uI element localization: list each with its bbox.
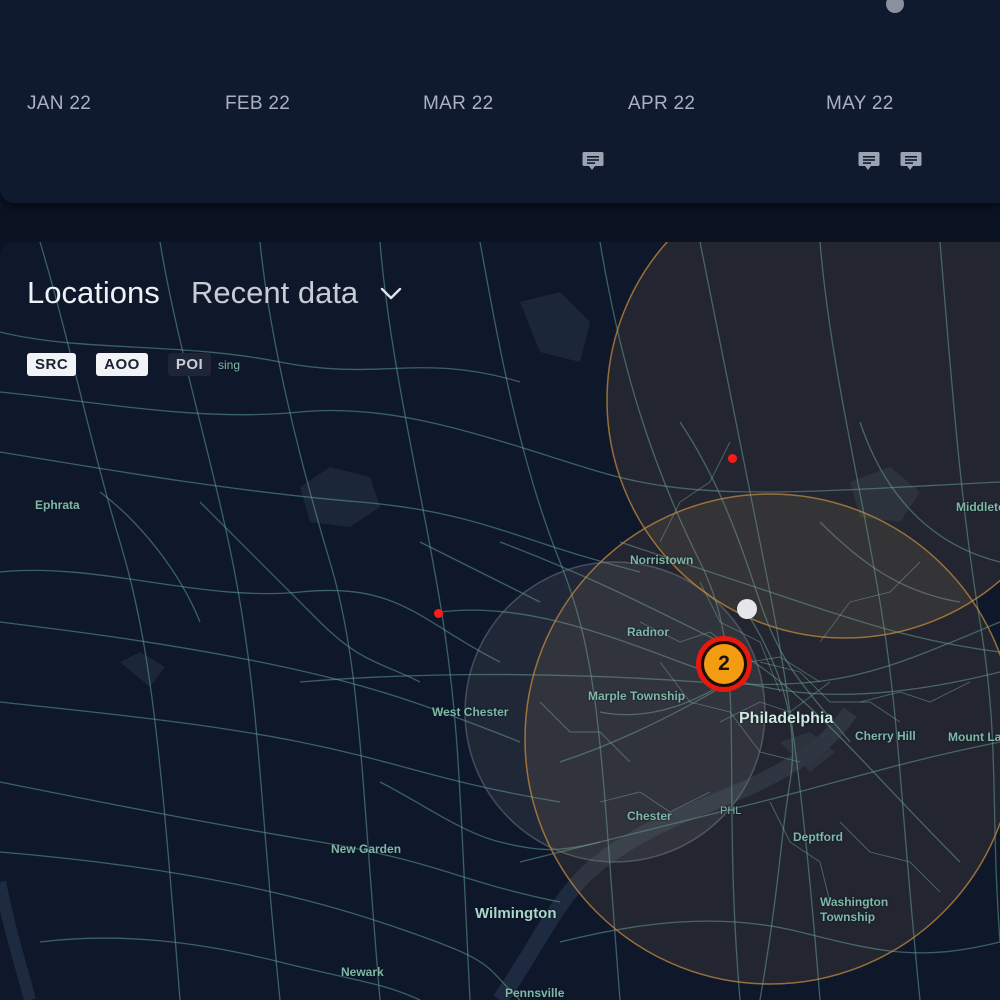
- place-label: Mount Laurel: [948, 730, 1000, 744]
- source-marker[interactable]: [434, 609, 443, 618]
- place-label: Radnor: [627, 625, 669, 639]
- layer-toggle-group: SRC AOO POI: [27, 353, 231, 376]
- layer-toggle-aoo[interactable]: AOO: [96, 353, 148, 376]
- river: [0, 880, 36, 1000]
- locations-map-panel: Ephrata Middletown Township Norristown R…: [0, 242, 1000, 1000]
- poi-marker[interactable]: [737, 599, 757, 619]
- place-label: Marple Township: [588, 689, 686, 703]
- month-label: APR 22: [628, 93, 696, 114]
- month-label: FEB 22: [225, 93, 291, 114]
- place-label: Wilmington: [475, 905, 557, 922]
- chevron-down-icon: [380, 287, 402, 300]
- timeline-event-dot[interactable]: [886, 0, 904, 13]
- cluster-marker[interactable]: 2: [694, 634, 754, 694]
- place-label: Deptford: [793, 830, 843, 844]
- place-label: Ephrata: [35, 498, 80, 512]
- month-label: MAR 22: [423, 93, 494, 114]
- month-label: MAY 22: [826, 93, 894, 114]
- comment-icon[interactable]: [900, 151, 922, 172]
- place-label: Chester: [627, 809, 672, 823]
- dropdown-selected-value: Recent data: [191, 275, 359, 310]
- month-label: JAN 22: [27, 93, 92, 114]
- comment-icon[interactable]: [858, 151, 880, 172]
- place-label: Cherry Hill: [855, 729, 916, 743]
- layer-toggle-poi[interactable]: POI: [167, 353, 212, 376]
- data-view-dropdown[interactable]: Recent data: [191, 275, 402, 311]
- timeline-panel: JAN 22 FEB 22 MAR 22 APR 22 MAY 22: [0, 0, 1000, 203]
- place-label: Norristown: [630, 553, 694, 567]
- place-label: Middletown Township: [956, 500, 1000, 514]
- place-label: New Garden: [331, 842, 402, 856]
- layer-toggle-src[interactable]: SRC: [27, 353, 77, 376]
- place-label: West Chester: [432, 705, 509, 719]
- page-title: Locations: [27, 275, 160, 310]
- cluster-count: 2: [718, 652, 730, 675]
- place-label: Newark: [341, 965, 384, 979]
- source-marker[interactable]: [728, 454, 737, 463]
- comment-icon[interactable]: [582, 151, 604, 172]
- place-label: Pennsville: [505, 986, 565, 1000]
- place-label: Philadelphia: [739, 710, 834, 727]
- place-label: Washington Township: [820, 895, 889, 924]
- airport-label: PHL: [720, 805, 742, 817]
